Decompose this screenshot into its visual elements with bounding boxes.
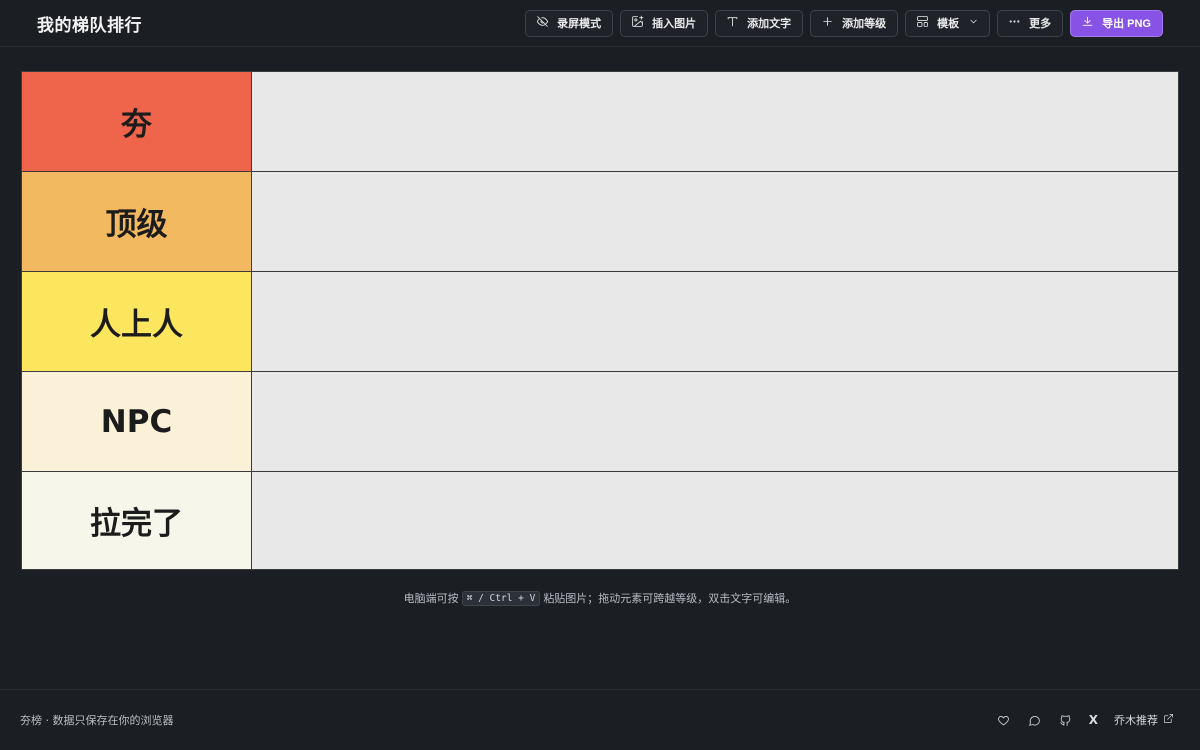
footer-storage-note: 夯榜 · 数据只保存在你的浏览器 <box>20 714 174 727</box>
top-bar: 我的梯队排行 录屏模式 插入图片 添加文字 添加等级 模板 更多 导出 PNG <box>0 0 1200 47</box>
hint-text-before: 电脑端可按 <box>403 592 459 605</box>
more-button[interactable]: 更多 <box>997 9 1064 37</box>
tier-row: 人上人 <box>22 272 1178 372</box>
github-icon[interactable] <box>1058 713 1073 728</box>
add-text-button[interactable]: 添加文字 <box>715 9 804 37</box>
recommend-link[interactable]: 乔木推荐 <box>1114 712 1174 728</box>
page-title[interactable]: 我的梯队排行 <box>37 11 142 36</box>
tier-drop-zone[interactable] <box>252 72 1178 171</box>
add-tier-button[interactable]: 添加等级 <box>810 9 899 37</box>
more-label: 更多 <box>1029 18 1052 30</box>
add-tier-label: 添加等级 <box>842 18 887 30</box>
tier-label[interactable]: NPC <box>22 372 252 471</box>
toolbar: 录屏模式 插入图片 添加文字 添加等级 模板 更多 导出 PNG <box>525 9 1163 37</box>
tier-label[interactable]: 夯 <box>22 72 252 171</box>
plus-icon <box>821 15 834 31</box>
usage-hint: 电脑端可按 ⌘ / Ctrl + V 粘贴图片；拖动元素可跨越等级，双击文字可编辑。 <box>0 590 1200 606</box>
tier-drop-zone[interactable] <box>252 272 1178 371</box>
export-png-label: 导出 PNG <box>1102 18 1151 30</box>
recommend-label: 乔木推荐 <box>1114 714 1158 727</box>
image-plus-icon <box>631 15 644 31</box>
recording-mode-label: 录屏模式 <box>557 18 602 30</box>
tier-row: 拉完了 <box>22 472 1178 569</box>
app-root: 我的梯队排行 录屏模式 插入图片 添加文字 添加等级 模板 更多 导出 PNG … <box>0 0 1200 750</box>
recording-mode-button[interactable]: 录屏模式 <box>525 9 614 37</box>
external-link-icon <box>1163 713 1174 727</box>
tier-label[interactable]: 顶级 <box>22 172 252 271</box>
tier-drop-zone[interactable] <box>252 172 1178 271</box>
template-dropdown-button[interactable]: 模板 <box>905 9 991 37</box>
tier-row: 夯 <box>22 72 1178 172</box>
template-label: 模板 <box>937 18 960 30</box>
footer: 夯榜 · 数据只保存在你的浏览器 X 乔木推荐 <box>0 689 1200 750</box>
footer-links: X 乔木推荐 <box>996 712 1174 728</box>
insert-image-button[interactable]: 插入图片 <box>620 9 709 37</box>
tier-board: 夯 顶级 人上人 NPC 拉完了 <box>21 71 1179 570</box>
paste-shortcut-kbd: ⌘ / Ctrl + V <box>461 591 541 606</box>
heart-icon[interactable] <box>996 713 1011 728</box>
tier-drop-zone[interactable] <box>252 372 1178 471</box>
hint-text-after: 粘贴图片；拖动元素可跨越等级，双击文字可编辑。 <box>543 592 797 605</box>
add-text-label: 添加文字 <box>747 18 792 30</box>
insert-image-label: 插入图片 <box>652 18 697 30</box>
chevron-down-icon <box>968 16 979 30</box>
tier-label[interactable]: 拉完了 <box>22 472 252 569</box>
tier-row: 顶级 <box>22 172 1178 272</box>
message-circle-icon[interactable] <box>1027 713 1042 728</box>
more-horizontal-icon <box>1008 15 1021 31</box>
tier-row: NPC <box>22 372 1178 472</box>
tier-label[interactable]: 人上人 <box>22 272 252 371</box>
x-link[interactable]: X <box>1089 713 1098 727</box>
download-icon <box>1081 15 1094 31</box>
tier-drop-zone[interactable] <box>252 472 1178 569</box>
layout-icon <box>916 15 929 31</box>
text-icon <box>726 15 739 31</box>
export-png-button[interactable]: 导出 PNG <box>1070 9 1163 37</box>
eye-off-icon <box>536 15 549 31</box>
